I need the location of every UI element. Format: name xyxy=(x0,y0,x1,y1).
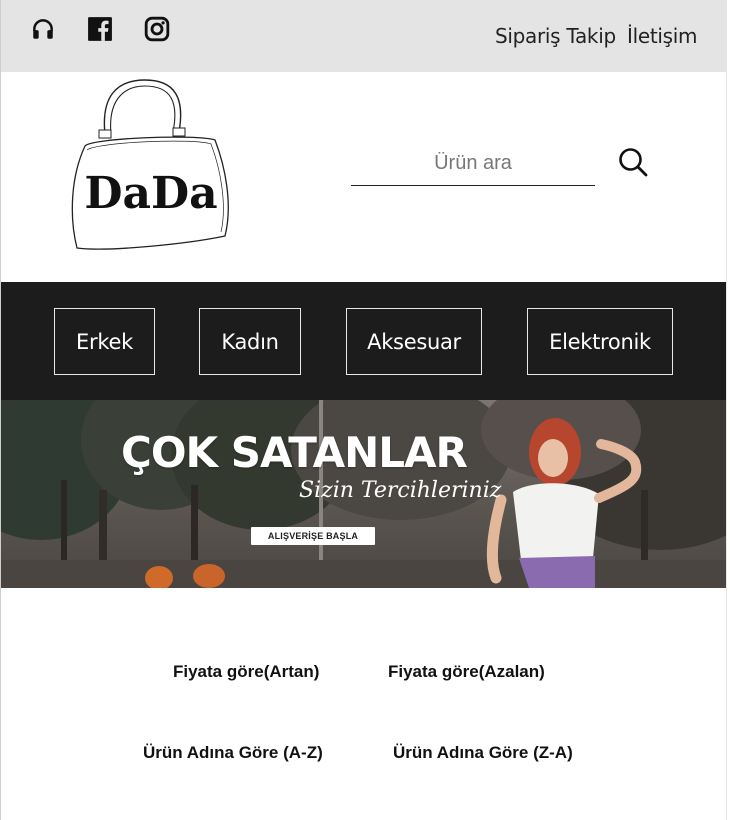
scrollbar-track[interactable] xyxy=(726,0,730,820)
headphones-icon[interactable] xyxy=(30,16,56,42)
banner-title: ÇOK SATANLAR xyxy=(121,428,468,477)
sort-name-desc[interactable]: Ürün Adına Göre (Z-A) xyxy=(393,743,573,763)
category-aksesuar[interactable]: Aksesuar xyxy=(346,308,482,375)
category-elektronik[interactable]: Elektronik xyxy=(527,308,673,375)
sort-price-asc[interactable]: Fiyata göre(Artan) xyxy=(173,662,319,682)
category-kadin[interactable]: Kadın xyxy=(199,308,301,375)
logo[interactable]: DaDa xyxy=(67,76,233,254)
facebook-icon[interactable] xyxy=(87,16,113,42)
hero-banner[interactable]: ÇOK SATANLAR Sizin Tercihleriniz ALIŞVER… xyxy=(1,400,726,588)
banner-subtitle: Sizin Tercihleriniz xyxy=(299,478,502,503)
top-bar: Sipariş Takip İletişim xyxy=(1,0,726,72)
search-icon[interactable] xyxy=(617,146,649,178)
sort-price-desc[interactable]: Fiyata göre(Azalan) xyxy=(388,662,545,682)
sort-name-asc[interactable]: Ürün Adına Göre (A-Z) xyxy=(143,743,323,763)
banner-shop-button[interactable]: ALIŞVERİŞE BAŞLA xyxy=(251,527,375,545)
category-erkek[interactable]: Erkek xyxy=(54,308,155,375)
order-tracking-link[interactable]: Sipariş Takip xyxy=(495,24,616,48)
instagram-icon[interactable] xyxy=(144,16,170,42)
category-nav: Erkek Kadın Aksesuar Elektronik xyxy=(1,282,726,400)
header: DaDa xyxy=(1,72,726,282)
logo-text: DaDa xyxy=(84,168,217,219)
search-input[interactable] xyxy=(351,142,595,186)
contact-link[interactable]: İletişim xyxy=(627,24,698,48)
